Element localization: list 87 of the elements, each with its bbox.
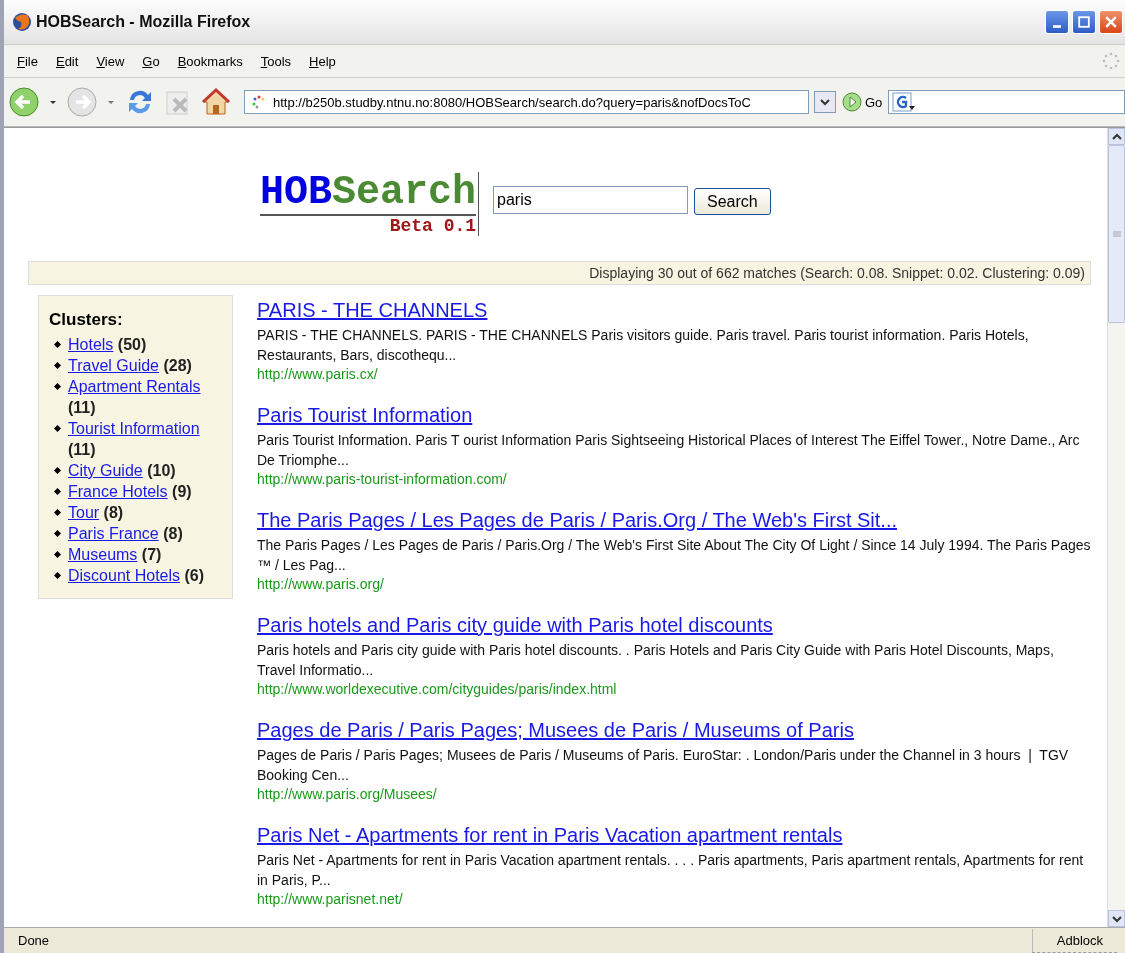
result-snippet: PARIS - THE CHANNELS. PARIS - THE CHANNELS Paris visitors guide. Paris travel. Paris tourist information. Paris Hotels, Restaurants, Bars, discothequ... [257,326,1030,365]
bullet-icon [54,467,61,474]
cluster-link[interactable]: Tour [68,504,100,521]
cluster-count: (7) [141,546,162,563]
result-title-link[interactable]: PARIS - THE CHANNELS [257,299,1095,322]
result-url: http://www.paris.cx/ [257,365,379,384]
logo: HOBSearch Beta 0.1 [260,172,480,236]
home-icon[interactable] [200,86,232,118]
result-url: http://www.worldexecutive.com/cityguides/paris/index.html [257,680,618,699]
search-button[interactable]: Search [694,188,771,215]
result-url: http://www.paris.org/Musees/ [257,785,438,804]
bullet-icon [54,341,61,348]
cluster-count: (9) [172,483,192,500]
bullet-icon [54,551,61,558]
cluster-link[interactable]: Tourist Information [68,420,200,437]
cluster-count: (11) [68,399,96,416]
result-title-link[interactable]: Paris Net - Apartments for rent in Paris Vacation apartment rentals [257,824,1095,847]
scroll-up-icon[interactable] [1111,131,1122,142]
bullet-icon [54,488,61,495]
cluster-link[interactable]: City Guide [68,462,143,479]
bullet-icon [54,572,61,579]
adblock-status[interactable]: Adblock [1031,928,1117,953]
cluster-link[interactable]: Discount Hotels [68,567,181,584]
menu-item[interactable]: Edit [46,53,88,69]
result-url: http://www.paris-tourist-information.com/ [257,470,508,489]
scrollbar[interactable] [1107,128,1125,927]
results-info-bar: Displaying 30 out of 662 matches (Search: 0.08. Snippet: 0.02. Clustering: 0.09) [28,261,1091,285]
result-url: http://www.parisnet.net/ [257,890,404,909]
cluster-count: (11) [68,441,96,458]
result-title-link[interactable]: Pages de Paris / Paris Pages; Musees de Paris / Museums of Paris [257,719,1095,742]
close-button[interactable] [1099,10,1123,34]
result-url: http://www.paris.org/ [257,575,385,594]
cluster-link[interactable]: Apartment Rentals [68,378,201,395]
address-bar[interactable]: http://b250b.studby.ntnu.no:8080/HOBSearch/search.do?query=paris&nofDocsToC [244,90,809,114]
result-title-link[interactable]: Paris Tourist Information [257,404,1095,427]
maximize-icon [1078,16,1090,28]
go-button[interactable]: Go [838,92,887,112]
cluster-count: (8) [103,504,124,521]
throbber-icon [1101,51,1121,71]
minimize-button[interactable] [1045,10,1069,34]
grip-icon [1112,230,1121,238]
cluster-count: (50) [117,336,147,353]
go-icon [842,92,862,112]
cluster-link[interactable]: Hotels [68,336,114,353]
window-title: HOBSearch - Mozilla Firefox [36,13,252,31]
result-snippet: Paris Net - Apartments for rent in Paris Vacation apartment rentals. . . . Paris apartments, Paris apartment rentals, Apartments for rent in Paris, P... [257,851,1085,890]
result-snippet: The Paris Pages / Les Pages de Paris / Paris.Org / The Web's First Site About The City Of Light / Since 14 July 1994. The Paris Pages ™ / Les Pag... [257,536,1092,575]
loading-icon [251,94,267,110]
menu-item[interactable]: Help [300,53,345,69]
cluster-link[interactable]: Paris France [68,525,159,542]
result-snippet: Paris Tourist Information. Paris T ourist Information Paris Sightseeing Historical Places of Interest The Eiffel Tower., Notre Dame., Arc De Triomphe... [257,431,1081,470]
menu-item[interactable]: View [87,53,134,69]
menu-item[interactable]: Bookmarks [168,53,252,69]
result-snippet: Paris hotels and Paris city guide with Paris hotel discounts. . Paris Hotels and Paris City Guide with Paris Hotel Discounts, Maps, Travel Informatio... [257,641,1055,680]
search-input[interactable]: paris [493,186,689,214]
menu-item[interactable]: Tools [251,53,301,69]
bullet-icon [54,362,61,369]
clusters-heading: Clusters: [49,310,124,330]
cluster-count: (6) [184,567,205,584]
cluster-link[interactable]: Travel Guide [68,357,159,374]
menu-item[interactable]: File [8,53,47,69]
cluster-link[interactable]: France Hotels [68,483,168,500]
bullet-icon [54,383,61,390]
cluster-count: (10) [147,462,176,479]
cluster-count: (28) [163,357,192,374]
caret-icon[interactable] [49,98,57,106]
chevron-down-icon [820,97,830,107]
search-field[interactable] [888,90,1125,114]
bullet-icon [54,425,61,432]
status-text: Done [17,933,51,948]
url-text: http://b250b.studby.ntnu.no:8080/HOBSearch/search.do?query=paris&nofDocsToC [273,94,751,110]
bullet-icon [54,530,61,537]
bullet-icon [54,509,61,516]
history-dropdown-button[interactable] [814,91,836,113]
close-icon [1105,16,1117,28]
search-engine-icon [892,92,917,112]
result-title-link[interactable]: The Paris Pages / Les Pages de Paris / Paris.Org / The Web's First Sit... [257,509,1095,532]
result-title-link[interactable]: Paris hotels and Paris city guide with Paris hotel discounts [257,614,1095,637]
maximize-button[interactable] [1072,10,1096,34]
minimize-icon [1053,24,1061,28]
globe-icon [12,12,32,32]
cluster-count: (8) [163,525,183,542]
back-icon[interactable] [8,86,40,118]
result-snippet: Pages de Paris / Paris Pages; Musees de Paris / Museums of Paris. EuroStar: . London/Paris under the Channel in 3 hours | TGV Booking Cen... [257,746,1070,785]
cluster-link[interactable]: Museums [68,546,138,563]
scroll-down-icon[interactable] [1111,913,1122,924]
menu-item[interactable]: Go [133,53,169,69]
